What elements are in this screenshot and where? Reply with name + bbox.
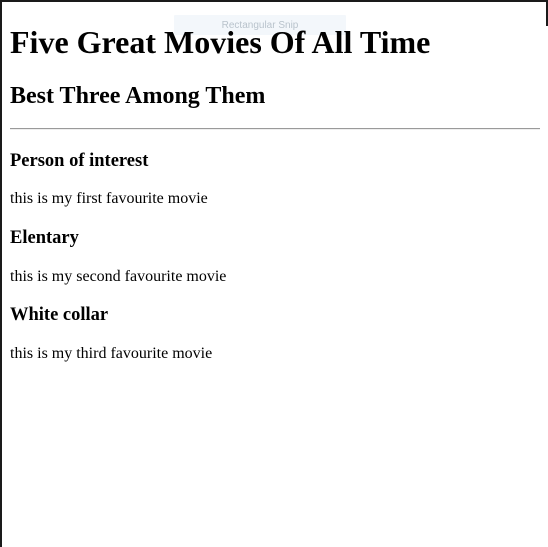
page-subtitle: Best Three Among Them bbox=[10, 83, 266, 109]
movie-title-person-of-interest: Person of interest bbox=[10, 151, 149, 171]
divider bbox=[10, 128, 540, 130]
movie-description: this is my first favourite movie bbox=[10, 190, 208, 207]
movie-description: this is my second favourite movie bbox=[10, 268, 227, 285]
movie-title-white-collar: White collar bbox=[10, 305, 109, 325]
movie-title-elentary: Elentary bbox=[10, 228, 79, 248]
page-title: Five Great Movies Of All Time bbox=[10, 24, 431, 60]
movie-description: this is my third favourite movie bbox=[10, 345, 213, 362]
